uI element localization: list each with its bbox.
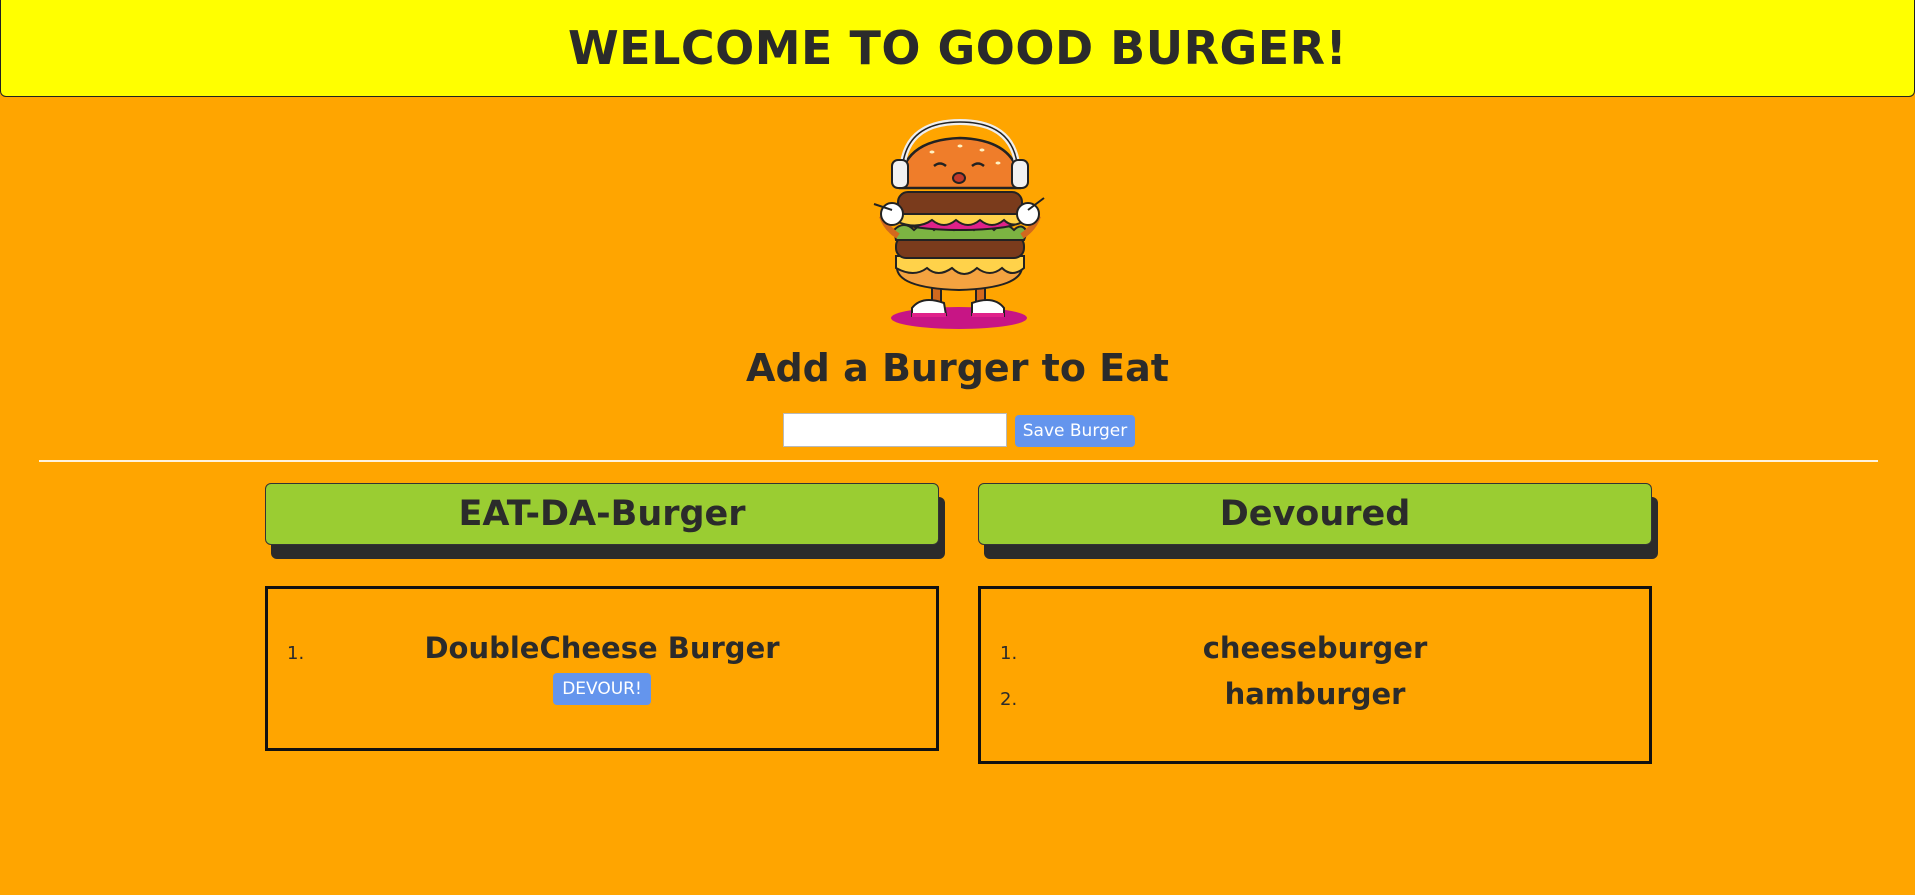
list-item: 1. DoubleCheese Burger DEVOUR! bbox=[268, 589, 936, 705]
burger-name-input[interactable] bbox=[783, 413, 1007, 447]
burger-name: hamburger bbox=[1224, 677, 1406, 711]
eat-list-panel: 1. DoubleCheese Burger DEVOUR! bbox=[265, 586, 939, 751]
burger-name: cheeseburger bbox=[1202, 631, 1428, 665]
burger-mascot-icon bbox=[873, 118, 1045, 329]
save-burger-button[interactable]: Save Burger bbox=[1015, 415, 1135, 447]
burger-name: DoubleCheese Burger bbox=[424, 631, 780, 665]
page-title: WELCOME TO GOOD BURGER! bbox=[567, 21, 1348, 75]
add-burger-title: Add a Burger to Eat bbox=[746, 346, 1169, 390]
eat-list: 1. DoubleCheese Burger DEVOUR! bbox=[268, 589, 936, 705]
list-item: 2. hamburger bbox=[981, 677, 1649, 723]
list-item-number: 2. bbox=[1000, 689, 1018, 710]
eat-column-header: EAT-DA-Burger bbox=[265, 483, 939, 545]
list-item: 1. cheeseburger bbox=[981, 589, 1649, 677]
devoured-list: 1. cheeseburger 2. hamburger bbox=[981, 589, 1649, 723]
list-item-number: 1. bbox=[1000, 643, 1018, 664]
welcome-banner: WELCOME TO GOOD BURGER! bbox=[0, 0, 1915, 97]
devour-button[interactable]: DEVOUR! bbox=[553, 673, 651, 705]
eat-column-title: EAT-DA-Burger bbox=[458, 494, 746, 534]
divider bbox=[39, 460, 1878, 462]
devoured-list-panel: 1. cheeseburger 2. hamburger bbox=[978, 586, 1652, 764]
devoured-column-title: Devoured bbox=[1219, 494, 1411, 534]
list-item-number: 1. bbox=[287, 643, 305, 664]
devoured-column-header: Devoured bbox=[978, 483, 1652, 545]
